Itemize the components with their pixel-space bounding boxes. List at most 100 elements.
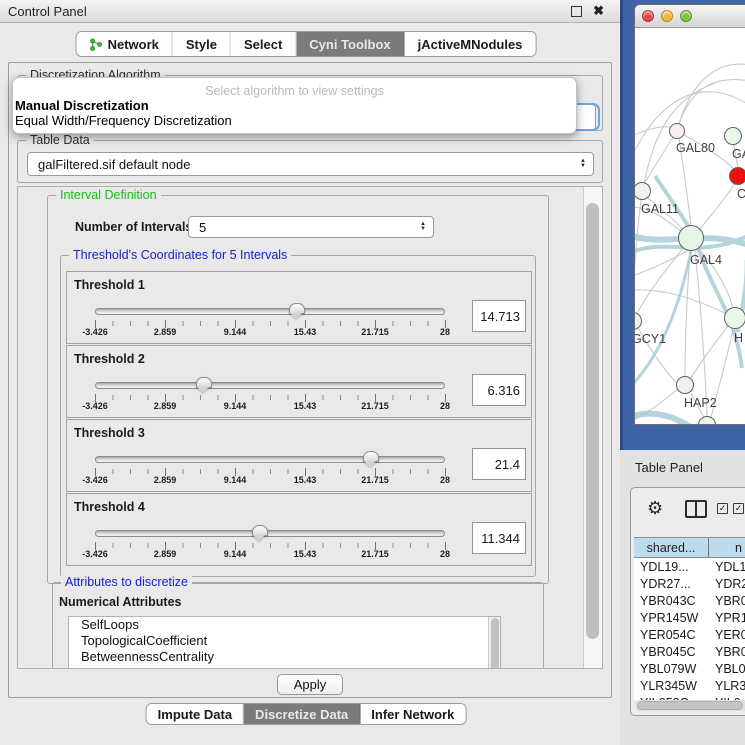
tick-label: 9.144 xyxy=(224,475,247,485)
network-node-label: H xyxy=(734,331,743,345)
table-panel-title: Table Panel xyxy=(635,460,703,475)
thresholds-group-title: Threshold's Coordinates for 5 Intervals xyxy=(69,248,291,262)
tab-impute-data[interactable]: Impute Data xyxy=(147,704,244,724)
column-header-1[interactable]: shared... xyxy=(634,538,709,557)
table-row[interactable]: YER054CYER0 xyxy=(634,626,745,643)
apply-button[interactable]: Apply xyxy=(277,674,343,695)
threshold-value-field[interactable]: 11.344 xyxy=(472,522,526,554)
tab-label: Discretize Data xyxy=(255,707,348,722)
table-row[interactable]: YLR345WYLR3 xyxy=(634,677,745,694)
table-panel-window: ⚙ shared...n YDL19...YDL1YDR27...YDR2YBR… xyxy=(630,487,745,716)
tab-label: Style xyxy=(186,37,217,52)
network-node-gal4[interactable] xyxy=(678,225,704,251)
interval-group-title: Interval Definition xyxy=(56,188,161,202)
table-row[interactable]: YDR27...YDR2 xyxy=(634,575,745,592)
attribute-item-topologicalcoefficient[interactable]: TopologicalCoefficient xyxy=(69,633,500,649)
slider-thumb[interactable] xyxy=(363,451,379,469)
stepper-icon[interactable] xyxy=(580,159,586,169)
table-row[interactable]: YBL079WYBL0 xyxy=(634,660,745,677)
table-data-group: Table Data galFiltered.sif default node xyxy=(17,140,603,183)
num-intervals-combo[interactable]: 5 xyxy=(188,216,434,238)
slider-track[interactable] xyxy=(95,456,445,463)
split-view-icon[interactable] xyxy=(685,500,707,518)
scrollbar-thumb[interactable] xyxy=(637,701,743,710)
tab-infer-network[interactable]: Infer Network xyxy=(360,704,465,724)
cell-name: YBR0 xyxy=(709,645,745,659)
table-row[interactable]: YPR145WYPR1 xyxy=(634,609,745,626)
threshold-label: Threshold 2 xyxy=(74,352,145,366)
tick-label: 9.144 xyxy=(224,549,247,559)
cell-name: YBL0 xyxy=(709,662,745,676)
dropdown-option-manual-discretization[interactable]: Manual Discretization xyxy=(13,98,576,113)
threshold-value-field[interactable]: 14.713 xyxy=(472,300,526,332)
network-node-c[interactable] xyxy=(729,167,745,185)
algorithm-dropdown-popup: Select algorithm to view settings Manual… xyxy=(12,77,577,134)
gear-icon[interactable]: ⚙ xyxy=(647,498,663,519)
network-node-h[interactable] xyxy=(724,307,745,329)
stepper-icon[interactable] xyxy=(420,222,426,232)
tick-label: 15.43 xyxy=(294,549,317,559)
float-window-icon[interactable] xyxy=(571,6,582,17)
network-desktop: GAL80GALCGAL11GAL4GCY1HHAP2 Table Panel … xyxy=(620,0,745,745)
control-panel-window: Control Panel ✖ Network Style Select Cyni T… xyxy=(0,0,620,745)
attribute-item-selfloops[interactable]: SelfLoops xyxy=(69,617,500,633)
table-body: YDL19...YDL1YDR27...YDR2YBR043CYBR0YPR14… xyxy=(634,558,745,700)
table-header: shared...n xyxy=(634,537,745,558)
table-horizontal-scrollbar[interactable] xyxy=(635,700,745,711)
close-icon[interactable]: ✖ xyxy=(593,3,604,19)
checkbox-icon[interactable] xyxy=(717,503,728,514)
dropdown-option-equal-width-frequency-discretization[interactable]: Equal Width/Frequency Discretization xyxy=(13,113,576,128)
network-node-gal80[interactable] xyxy=(669,123,685,139)
settings-vertical-scrollbar[interactable] xyxy=(583,187,602,668)
thresholds-group: Threshold's Coordinates for 5 Intervals … xyxy=(60,255,536,577)
threshold-panel-threshold-4: Threshold 4-3.4262.8599.14415.4321.71528… xyxy=(66,493,532,566)
table-row[interactable]: YBR045CYBR0 xyxy=(634,643,745,660)
attributes-list-scrollbar[interactable] xyxy=(488,617,500,668)
tab-cyni-toolbox[interactable]: Cyni Toolbox xyxy=(296,32,404,56)
slider-thumb[interactable] xyxy=(196,377,212,395)
maximize-traffic-light[interactable] xyxy=(680,10,692,22)
scrollbar-thumb[interactable] xyxy=(586,203,599,639)
slider-track[interactable] xyxy=(95,382,445,389)
cell-shared-name: YLR345W xyxy=(634,679,709,693)
network-canvas[interactable]: GAL80GALCGAL11GAL4GCY1HHAP2 xyxy=(635,28,745,425)
checkbox-icon[interactable] xyxy=(733,503,744,514)
column-header-2[interactable]: n xyxy=(709,538,745,557)
minor-ticks xyxy=(95,543,445,548)
network-node-label: GAL xyxy=(732,147,745,161)
table-row[interactable]: YDL19...YDL1 xyxy=(634,558,745,575)
tick-label: 9.144 xyxy=(224,327,247,337)
tick-label: -3.426 xyxy=(82,475,108,485)
tab-jactivemnodules[interactable]: jActiveMNodules xyxy=(405,32,536,56)
close-traffic-light[interactable] xyxy=(642,10,654,22)
minimize-traffic-light[interactable] xyxy=(661,10,673,22)
slider-track[interactable] xyxy=(95,530,445,537)
slider-ticks: -3.4262.8599.14415.4321.71528 xyxy=(95,320,445,337)
threshold-sliders: Threshold 1-3.4262.8599.14415.4321.71528… xyxy=(66,271,532,567)
network-node-gal[interactable] xyxy=(724,127,742,145)
tab-style[interactable]: Style xyxy=(173,32,231,56)
tab-network[interactable]: Network xyxy=(77,32,173,56)
table-data-combo[interactable]: galFiltered.sif default node xyxy=(27,152,594,176)
slider-thumb[interactable] xyxy=(289,303,305,321)
threshold-value-field[interactable]: 21.4 xyxy=(472,448,526,480)
cell-shared-name: YBR043C xyxy=(634,594,709,608)
tab-select[interactable]: Select xyxy=(231,32,296,56)
minor-ticks xyxy=(95,395,445,400)
network-node-hap2[interactable] xyxy=(676,376,694,394)
table-row[interactable]: YBR043CYBR0 xyxy=(634,592,745,609)
tick-label: 2.859 xyxy=(154,401,177,411)
control-panel-titlebar: Control Panel ✖ xyxy=(0,0,620,23)
slider-thumb[interactable] xyxy=(252,525,268,543)
threshold-label: Threshold 3 xyxy=(74,426,145,440)
slider-track[interactable] xyxy=(95,308,445,315)
cell-name: YDL1 xyxy=(709,560,745,574)
attribute-item-betweennesscentrality[interactable]: BetweennessCentrality xyxy=(69,649,500,665)
cell-name: YPR1 xyxy=(709,611,745,625)
tick-label: 28 xyxy=(440,549,450,559)
tick-label: -3.426 xyxy=(82,549,108,559)
threshold-value-field[interactable]: 6.316 xyxy=(472,374,526,406)
tab-label: Select xyxy=(244,37,282,52)
slider-ticks: -3.4262.8599.14415.4321.71528 xyxy=(95,542,445,559)
tab-discretize-data[interactable]: Discretize Data xyxy=(244,704,360,724)
